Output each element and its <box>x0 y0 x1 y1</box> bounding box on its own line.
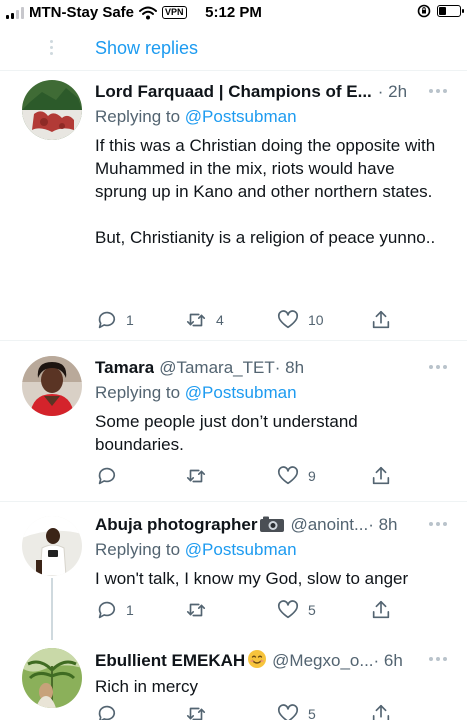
tweet-paragraph: But, Christianity is a religion of peace… <box>95 228 436 247</box>
display-name[interactable]: Abuja photographer <box>95 514 285 536</box>
tweet[interactable]: Lord Farquaad | Champions of E... · 2h R… <box>0 71 467 340</box>
reply-icon <box>98 705 115 720</box>
retweet-button[interactable] <box>185 599 216 621</box>
display-name[interactable]: Tamara <box>95 357 154 379</box>
more-options-icon[interactable] <box>429 657 447 661</box>
tweet-text: Some people just don’t understand bounda… <box>95 410 447 456</box>
replying-to: Replying to @Postsubman <box>95 107 297 126</box>
avatar[interactable] <box>22 356 82 416</box>
share-button[interactable] <box>370 465 392 487</box>
like-button[interactable]: 5 <box>277 599 316 621</box>
more-options-icon[interactable] <box>429 522 447 526</box>
timestamp[interactable]: · 8h <box>275 357 304 379</box>
tweet-text: Rich in mercy <box>95 675 447 698</box>
tweet-actions: 9 <box>95 465 390 487</box>
retweet-icon <box>186 313 206 327</box>
reply-icon <box>98 467 115 485</box>
show-replies-link[interactable]: Show replies <box>95 38 198 59</box>
retweet-icon <box>186 603 206 617</box>
retweet-icon <box>186 469 206 483</box>
mention-link[interactable]: @Postsubman <box>185 107 297 126</box>
like-button[interactable]: 9 <box>277 465 316 487</box>
like-count: 5 <box>308 602 316 618</box>
retweet-icon <box>186 707 206 720</box>
timestamp[interactable]: · 2h <box>378 81 407 103</box>
tweet[interactable]: Ebullient EMEKAH @Megxo_o... · 6h Rich i… <box>0 640 467 720</box>
display-name[interactable]: Ebullient EMEKAH <box>95 649 267 672</box>
more-options-icon[interactable] <box>429 89 447 93</box>
share-icon <box>372 310 390 329</box>
reply-count: 1 <box>126 312 134 328</box>
smiling-face-emoji-icon <box>248 650 267 668</box>
avatar[interactable] <box>22 648 82 708</box>
retweet-button[interactable] <box>185 703 216 720</box>
reply-icon <box>98 601 115 619</box>
reply-button[interactable] <box>95 703 126 720</box>
tweet-actions: 1 4 10 <box>95 309 390 331</box>
reply-icon <box>98 311 115 329</box>
thread-continuation-dots <box>50 40 53 58</box>
tweet-text: I won't talk, I know my God, slow to ang… <box>95 567 447 590</box>
like-count: 10 <box>308 312 324 328</box>
replying-to: Replying to @Postsubman <box>95 383 297 402</box>
share-icon <box>372 466 390 485</box>
reply-count: 1 <box>126 602 134 618</box>
heart-icon <box>278 466 298 485</box>
replying-to: Replying to @Postsubman <box>95 540 297 559</box>
status-bar: MTN-Stay Safe VPN 5:12 PM <box>0 0 467 26</box>
heart-icon <box>278 310 298 329</box>
mention-link[interactable]: @Postsubman <box>185 383 297 402</box>
like-count: 5 <box>308 706 316 720</box>
tweet-paragraph: Some people just don’t understand bounda… <box>95 412 358 454</box>
retweet-button[interactable] <box>185 465 216 487</box>
avatar[interactable] <box>22 516 82 576</box>
share-button[interactable] <box>370 703 392 720</box>
more-options-icon[interactable] <box>429 365 447 369</box>
thread-line <box>51 578 53 640</box>
tweet-paragraph: If this was a Christian doing the opposi… <box>95 136 436 201</box>
timestamp[interactable]: · 6h <box>374 650 403 672</box>
like-count: 9 <box>308 468 316 484</box>
reply-button[interactable]: 1 <box>95 599 134 621</box>
username[interactable]: @Megxo_o... <box>272 650 373 672</box>
heart-icon <box>278 600 298 619</box>
tweet-actions: 5 <box>95 703 390 720</box>
like-button[interactable]: 5 <box>277 703 316 720</box>
tweet-actions: 1 5 <box>95 599 390 621</box>
tweet-text: If this was a Christian doing the opposi… <box>95 134 447 249</box>
like-button[interactable]: 10 <box>277 309 324 331</box>
retweet-count: 4 <box>216 312 224 328</box>
tweet[interactable]: Tamara @Tamara_TET · 8h Replying to @Pos… <box>0 341 467 501</box>
retweet-button[interactable]: 4 <box>185 309 224 331</box>
share-icon <box>372 600 390 619</box>
heart-icon <box>278 704 298 720</box>
clock: 5:12 PM <box>205 4 262 21</box>
username[interactable]: @anoint... <box>290 514 368 536</box>
share-button[interactable] <box>370 599 392 621</box>
tweet-paragraph: I won't talk, I know my God, slow to ang… <box>95 569 409 588</box>
tweet-paragraph: Rich in mercy <box>95 677 198 696</box>
share-button[interactable] <box>370 309 392 331</box>
battery-icon <box>437 5 464 17</box>
camera-emoji-icon <box>260 516 285 532</box>
tweet[interactable]: Abuja photographer @anoint... · 8h Reply… <box>0 502 467 640</box>
show-replies-row[interactable]: Show replies <box>0 26 467 70</box>
reply-button[interactable]: 1 <box>95 309 134 331</box>
share-icon <box>372 704 390 720</box>
timestamp[interactable]: · 8h <box>368 514 397 536</box>
reply-button[interactable] <box>95 465 126 487</box>
display-name[interactable]: Lord Farquaad | Champions of E... <box>95 81 372 103</box>
screen-rotation-lock-icon <box>417 4 431 18</box>
username[interactable]: @Tamara_TET <box>159 357 275 379</box>
avatar[interactable] <box>22 80 82 140</box>
mention-link[interactable]: @Postsubman <box>185 540 297 559</box>
